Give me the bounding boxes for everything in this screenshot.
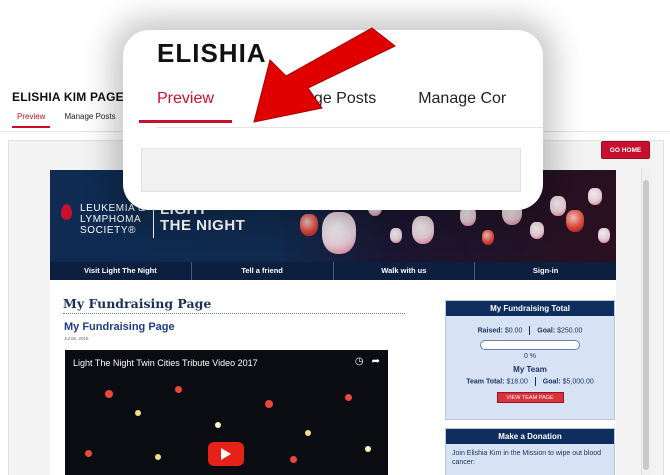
nav-walk-with-us[interactable]: Walk with us — [334, 262, 476, 280]
video-light — [135, 410, 141, 416]
nav-sign-in[interactable]: Sign-in — [475, 262, 616, 280]
fundraising-total-box: My Fundraising Total Raised: $0.00 Goal:… — [445, 300, 615, 420]
tab-manage-posts[interactable]: Manage Posts — [64, 112, 115, 128]
play-button[interactable] — [208, 442, 244, 466]
video-light — [345, 394, 352, 401]
fundraising-total-title: My Fundraising Total — [446, 301, 614, 316]
zoom-page-title: ELISHIA — [157, 38, 267, 68]
lantern-image — [566, 210, 584, 232]
video-light — [105, 390, 113, 398]
lantern-image — [530, 222, 544, 239]
donation-box: Make a Donation Join Elishia Kim in the … — [445, 428, 615, 475]
post-title[interactable]: My Fundraising Page — [64, 321, 175, 333]
video-player[interactable]: Light The Night Twin Cities Tribute Vide… — [65, 350, 388, 475]
view-team-page-button[interactable]: VIEW TEAM PAGE — [496, 392, 564, 403]
video-light — [305, 430, 311, 436]
fundraising-heading: My Fundraising Page — [63, 296, 212, 311]
nav-visit-light-the-night[interactable]: Visit Light The Night — [50, 262, 192, 280]
video-light — [175, 386, 182, 393]
video-light — [85, 450, 92, 457]
blood-drop-icon — [61, 204, 72, 220]
team-total-value: $18.00 — [506, 378, 528, 386]
video-light — [365, 446, 371, 452]
lantern-image — [482, 230, 494, 245]
donation-title: Make a Donation — [446, 429, 614, 444]
fundraising-page: LEUKEMIA & LYMPHOMA SOCIETY® LIGHT THE N… — [50, 170, 616, 475]
zoom-tabs: Preview Manage Posts Manage Cor — [139, 90, 506, 123]
zoom-preview-frame — [141, 148, 521, 192]
play-icon — [221, 448, 231, 460]
goal-value: $250.00 — [557, 327, 583, 335]
lantern-image — [300, 214, 318, 236]
site-nav: Visit Light The Night Tell a friend Walk… — [50, 262, 616, 280]
zoom-tab-preview[interactable]: Preview — [139, 90, 232, 123]
raised-value: $0.00 — [504, 327, 523, 335]
org-logo: LEUKEMIA & LYMPHOMA SOCIETY® — [80, 203, 146, 236]
zoom-tab-manage-posts[interactable]: Manage Posts — [274, 90, 376, 123]
lantern-image — [550, 196, 566, 216]
zoom-callout: ELISHIA Preview Manage Posts Manage Cor — [123, 30, 543, 210]
progress-bar — [480, 340, 580, 350]
video-light — [215, 422, 221, 428]
team-heading: My Team — [513, 365, 547, 374]
post-date: Jul 06, 2018 — [64, 336, 89, 341]
video-title[interactable]: Light The Night Twin Cities Tribute Vide… — [73, 358, 258, 368]
video-light — [155, 454, 161, 460]
video-light — [265, 400, 273, 408]
lantern-image — [390, 228, 402, 243]
divider — [529, 326, 531, 335]
share-icon[interactable]: ➦ — [372, 356, 380, 367]
donation-text: Join Elishia Kim in the Mission to wipe … — [452, 450, 602, 466]
lantern-image — [412, 216, 434, 244]
progress-percent: 0 % — [523, 353, 537, 360]
scrollbar-thumb[interactable] — [643, 180, 649, 470]
page-title: ELISHIA KIM PAGE — [12, 90, 124, 104]
clock-icon[interactable]: ◷ — [355, 356, 364, 367]
team-total-row: Team Total: $18.00 Goal: $5,000.00 — [466, 377, 594, 386]
divider — [534, 377, 536, 386]
lantern-image — [322, 212, 356, 254]
video-controls: ◷ ➦ — [355, 356, 380, 367]
video-light — [290, 456, 297, 463]
lantern-image — [598, 228, 610, 243]
admin-tabs: Preview Manage Posts — [12, 112, 116, 128]
lantern-image — [588, 188, 602, 205]
heading-divider — [63, 313, 405, 314]
team-goal-value: $5,000.00 — [562, 378, 594, 386]
go-home-button[interactable]: GO HOME — [601, 141, 650, 159]
zoom-tabs-divider — [157, 127, 543, 128]
zoom-tab-manage-content[interactable]: Manage Cor — [418, 90, 506, 123]
raised-goal-row: Raised: $0.00 Goal: $250.00 — [477, 326, 583, 335]
tab-preview[interactable]: Preview — [12, 112, 51, 128]
nav-tell-a-friend[interactable]: Tell a friend — [192, 262, 334, 280]
